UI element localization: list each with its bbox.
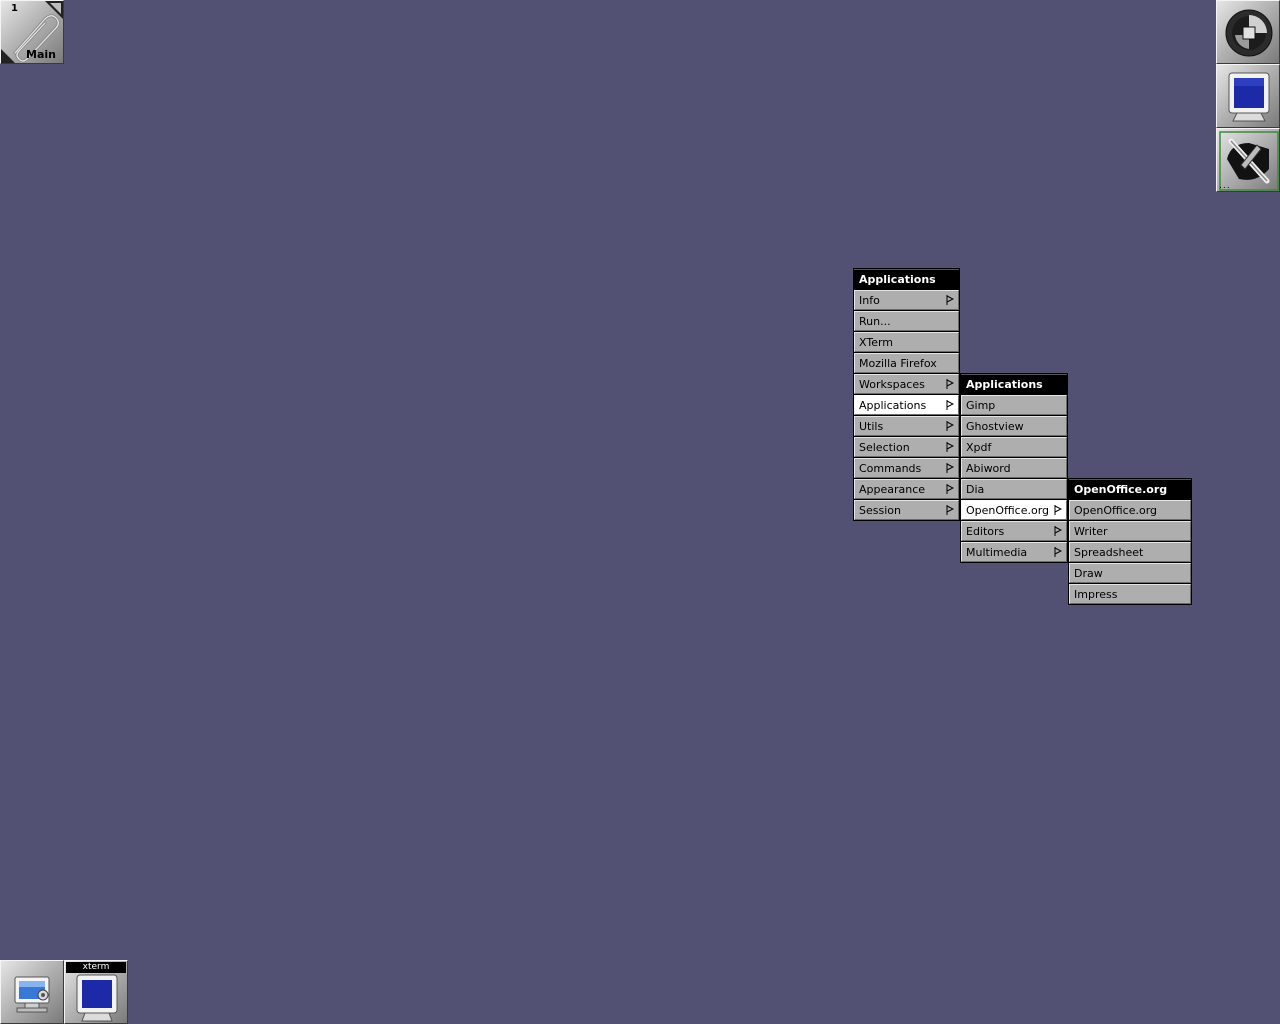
submenu-arrow-icon xyxy=(1054,547,1062,557)
menu-item-openoffice-org[interactable]: OpenOffice.org xyxy=(1069,500,1191,520)
menu-item-label: XTerm xyxy=(859,336,894,349)
menu-item-label: Multimedia xyxy=(966,546,1028,559)
openoffice-submenu: OpenOffice.org OpenOffice.org Writer Spr… xyxy=(1068,478,1192,605)
dock-terminal-tile[interactable] xyxy=(1216,64,1280,128)
submenu-arrow-icon xyxy=(946,442,954,452)
menu-item-mozilla-firefox[interactable]: Mozilla Firefox xyxy=(854,353,959,373)
xterm-miniwindow-title: xterm xyxy=(66,962,126,973)
menu-item-session[interactable]: Session xyxy=(854,500,959,520)
menu-item-label: Workspaces xyxy=(859,378,925,391)
submenu-arrow-icon xyxy=(946,295,954,305)
menu-item-label: Appearance xyxy=(859,483,926,496)
menu-item-dia[interactable]: Dia xyxy=(961,479,1067,499)
workspace-name: Main xyxy=(26,48,56,61)
menu-item-label: Editors xyxy=(966,525,1005,538)
submenu-arrow-icon xyxy=(946,421,954,431)
menu-item-label: Impress xyxy=(1074,588,1118,601)
menu-item-xpdf[interactable]: Xpdf xyxy=(961,437,1067,457)
menu-item-commands[interactable]: Commands xyxy=(854,458,959,478)
menu-item-label: Info xyxy=(859,294,880,307)
menu-item-label: Spreadsheet xyxy=(1074,546,1144,559)
dock-wmaker-tile[interactable] xyxy=(1216,0,1280,64)
menu-item-label: OpenOffice.org xyxy=(1074,504,1158,517)
menu-item-abiword[interactable]: Abiword xyxy=(961,458,1067,478)
menu-item-label: Mozilla Firefox xyxy=(859,357,937,370)
menu-item-writer[interactable]: Writer xyxy=(1069,521,1191,541)
menu-item-impress[interactable]: Impress xyxy=(1069,584,1191,604)
menu-item-label: Run... xyxy=(859,315,891,328)
menu-item-label: Commands xyxy=(859,462,922,475)
submenu-arrow-icon xyxy=(946,484,954,494)
menu-item-label: Draw xyxy=(1074,567,1103,580)
applications-submenu: Applications Gimp Ghostview Xpdf Abiword… xyxy=(960,373,1068,563)
submenu-arrow-icon xyxy=(1054,505,1062,515)
menu-item-label: Writer xyxy=(1074,525,1108,538)
root-menu: Applications Info Run... XTerm Mozilla F… xyxy=(853,268,960,521)
menu-item-appearance[interactable]: Appearance xyxy=(854,479,959,499)
menu-item-label: Abiword xyxy=(966,462,1011,475)
menu-item-draw[interactable]: Draw xyxy=(1069,563,1191,583)
menu-item-editors[interactable]: Editors xyxy=(961,521,1067,541)
menu-item-openoffice[interactable]: OpenOffice.org xyxy=(961,500,1067,520)
menu-item-label: Gimp xyxy=(966,399,996,412)
menu-item-label: Applications xyxy=(859,399,927,412)
menu-item-label: Ghostview xyxy=(966,420,1024,433)
xterm-miniwindow[interactable]: xterm xyxy=(64,960,128,1024)
root-menu-title[interactable]: Applications xyxy=(854,269,959,289)
menu-item-label: Utils xyxy=(859,420,884,433)
menu-item-label: Selection xyxy=(859,441,910,454)
monitor-icon xyxy=(1228,72,1270,122)
menu-item-workspaces[interactable]: Workspaces xyxy=(854,374,959,394)
desktop-settings-appicon[interactable] xyxy=(0,960,64,1024)
workspace-number: 1 xyxy=(11,3,18,14)
applications-submenu-title[interactable]: Applications xyxy=(961,374,1067,394)
wmaker-logo-icon xyxy=(1225,9,1273,57)
menu-item-gimp[interactable]: Gimp xyxy=(961,395,1067,415)
menu-item-label: Dia xyxy=(966,483,985,496)
menu-item-label: Session xyxy=(859,504,901,517)
clip-prev-workspace-arrow[interactable] xyxy=(1,49,15,63)
dock-overflow-indicator: ... xyxy=(1219,181,1231,191)
dock-preferences-tile[interactable]: ... xyxy=(1216,128,1280,192)
submenu-arrow-icon xyxy=(946,463,954,473)
menu-item-run[interactable]: Run... xyxy=(854,311,959,331)
clip[interactable]: 1 Main xyxy=(0,0,64,64)
menu-item-utils[interactable]: Utils xyxy=(854,416,959,436)
menu-item-multimedia[interactable]: Multimedia xyxy=(961,542,1067,562)
menu-item-label: Xpdf xyxy=(966,441,992,454)
submenu-arrow-icon xyxy=(1054,526,1062,536)
menu-item-applications[interactable]: Applications xyxy=(854,395,959,415)
menu-item-info[interactable]: Info xyxy=(854,290,959,310)
menu-item-ghostview[interactable]: Ghostview xyxy=(961,416,1067,436)
openoffice-submenu-title[interactable]: OpenOffice.org xyxy=(1069,479,1191,499)
menu-item-spreadsheet[interactable]: Spreadsheet xyxy=(1069,542,1191,562)
menu-item-selection[interactable]: Selection xyxy=(854,437,959,457)
menu-item-label: OpenOffice.org xyxy=(966,504,1050,517)
menu-item-xterm[interactable]: XTerm xyxy=(854,332,959,352)
submenu-arrow-icon xyxy=(946,505,954,515)
clip-next-workspace-arrow[interactable] xyxy=(45,1,63,19)
submenu-arrow-icon xyxy=(946,400,954,410)
submenu-arrow-icon xyxy=(946,379,954,389)
desktop-settings-icon xyxy=(14,976,50,1013)
